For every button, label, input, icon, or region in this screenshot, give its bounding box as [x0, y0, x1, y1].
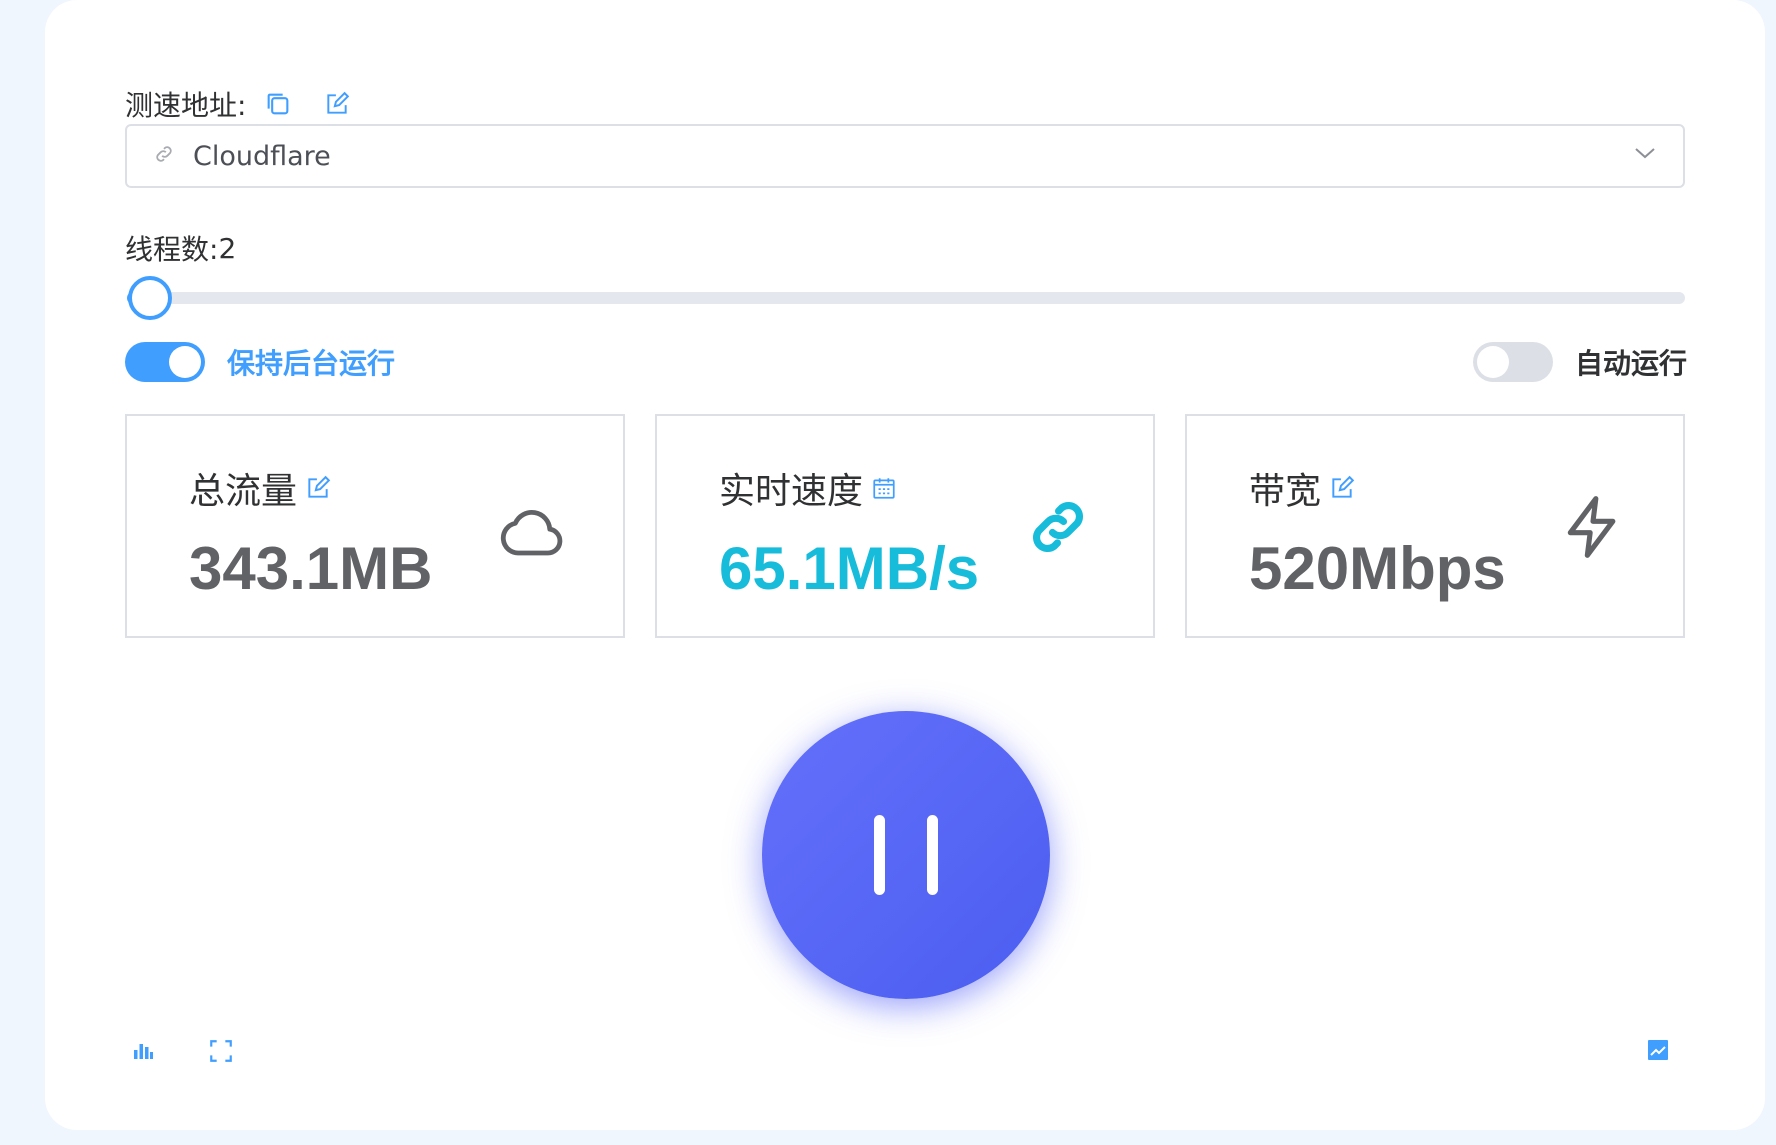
link-icon: [1025, 494, 1091, 564]
address-select-value: Cloudflare: [193, 140, 331, 172]
bar-chart-icon[interactable]: [131, 1038, 155, 1066]
threads-value: 2: [218, 231, 237, 265]
stat-value: 343.1MB: [189, 535, 433, 602]
switch-knob: [1477, 346, 1509, 378]
pause-icon: [927, 815, 938, 895]
cloud-icon: [497, 496, 569, 572]
edit-address-icon[interactable]: [324, 91, 350, 117]
address-label: 测速地址:: [125, 89, 247, 122]
copy-icon[interactable]: [264, 90, 292, 118]
stat-card-bandwidth: 带宽 520Mbps: [1185, 414, 1685, 638]
switch-knob: [169, 346, 201, 378]
stat-value: 520Mbps: [1249, 535, 1506, 602]
stat-title: 实时速度: [719, 471, 864, 512]
edit-icon[interactable]: [305, 475, 331, 501]
stat-card-realtime-speed: 实时速度 65.1MB/s: [655, 414, 1155, 638]
chevron-down-icon: [1633, 141, 1657, 172]
stat-title-row: 总流量: [189, 462, 331, 514]
address-select[interactable]: Cloudflare: [125, 124, 1685, 188]
stat-title: 总流量: [189, 471, 298, 512]
threads-label-row: 线程数: 2: [125, 226, 236, 270]
stat-title-row: 实时速度: [719, 462, 897, 514]
threads-slider[interactable]: [127, 276, 1685, 320]
threads-slider-thumb[interactable]: [128, 276, 173, 320]
keep-background-switch[interactable]: [125, 342, 205, 382]
pause-icon: [874, 815, 885, 895]
auto-run-switch[interactable]: [1473, 342, 1553, 382]
link-icon: [153, 141, 175, 172]
stat-title-row: 带宽: [1249, 462, 1355, 514]
keep-background-label[interactable]: 保持后台运行: [227, 342, 395, 382]
stat-title: 带宽: [1249, 471, 1322, 512]
auto-run-label[interactable]: 自动运行: [1575, 342, 1687, 382]
auto-run-toggle-row: 自动运行: [1473, 342, 1687, 382]
calendar-icon[interactable]: [871, 475, 897, 501]
lightning-icon: [1559, 492, 1627, 566]
address-label-row: 测速地址:: [125, 80, 350, 128]
stat-value: 65.1MB/s: [719, 535, 980, 602]
threads-label: 线程数:: [125, 233, 219, 266]
pause-button[interactable]: [762, 711, 1050, 999]
fullscreen-icon[interactable]: [208, 1038, 234, 1068]
edit-icon[interactable]: [1329, 475, 1355, 501]
keep-background-toggle-row: 保持后台运行: [125, 342, 395, 382]
speed-test-card: 测速地址: Cloudflare 线程数: 2 保持后台运行 自动运行 总流量 …: [45, 0, 1765, 1130]
trend-chart-icon[interactable]: [1646, 1038, 1670, 1066]
stat-card-total-traffic: 总流量 343.1MB: [125, 414, 625, 638]
